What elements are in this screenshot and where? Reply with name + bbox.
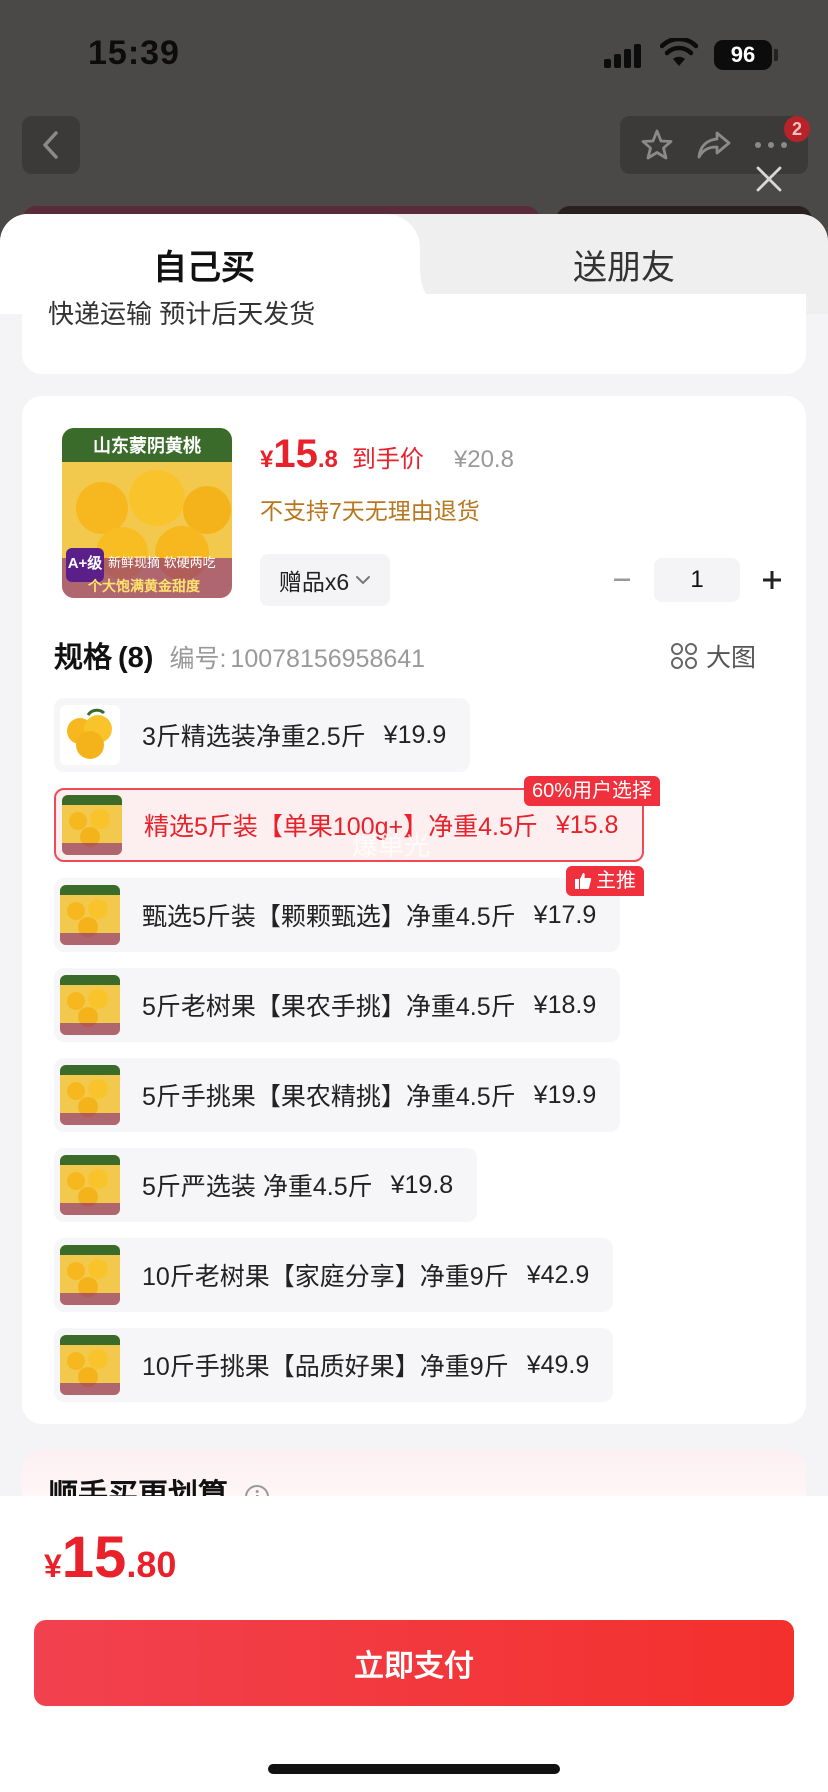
original-price: ¥20.8 [453, 446, 514, 473]
image-tag2: 个大饱满黄金甜度 [88, 578, 200, 594]
option-label: 10斤手挑果【品质好果】净重9斤 [142, 1353, 509, 1381]
price-label: 到手价 [351, 446, 424, 473]
spec-title: 规格 [54, 642, 113, 674]
image-tag1: 新鲜现摘 软硬两吃 [108, 555, 216, 570]
option-thumbnail [62, 795, 122, 855]
image-title: 山东蒙阴黄桃 [93, 436, 201, 456]
gift-dropdown[interactable]: 赠品x6 [260, 554, 390, 606]
star-icon [641, 129, 673, 160]
total-decimal: .80 [126, 1544, 177, 1585]
shipping-text: 快递运输 预计后天发货 [48, 299, 316, 329]
option-thumbnail [60, 1155, 120, 1215]
option-price: ¥19.9 [533, 1080, 597, 1109]
option-thumbnail [60, 1245, 120, 1305]
watermark: 爆单光 [352, 831, 431, 861]
gift-label: 赠品x6 [278, 569, 350, 595]
spec-option[interactable]: 5斤老树果【果农手挑】净重4.5斤 ¥18.9 [54, 968, 621, 1042]
big-view-label: 大图 [706, 644, 757, 672]
plus-icon [763, 571, 781, 589]
image-badge: A+级 [67, 555, 103, 572]
quantity-field[interactable]: 1 [654, 558, 740, 602]
quantity-stepper: 1 [602, 558, 792, 602]
option-price: ¥15.8 [555, 810, 619, 839]
spec-option[interactable]: 甄选5斤装【颗颗甄选】净重4.5斤 ¥17.9 [54, 878, 621, 952]
total-price: ¥ 15 .80 [44, 1524, 176, 1591]
option-label: 甄选5斤装【颗颗甄选】净重4.5斤 [142, 903, 516, 931]
back-button[interactable] [22, 116, 80, 174]
option-label: 5斤严选装 净重4.5斤 [142, 1173, 373, 1201]
back-arrow-icon [43, 131, 58, 159]
option-thumbnail [60, 885, 120, 945]
return-policy: 不支持7天无理由退货 [260, 498, 480, 524]
price-symbol: ¥ [260, 446, 274, 473]
option-price: ¥19.9 [383, 720, 447, 749]
option-price: ¥18.9 [533, 990, 597, 1019]
minus-icon [614, 578, 630, 581]
option-price: ¥17.9 [533, 900, 597, 929]
pay-now-button[interactable]: 立即支付 [34, 1620, 794, 1706]
status-bar: 15:39 96 [0, 0, 828, 100]
spec-count: (8) [118, 642, 154, 674]
price-decimal: .8 [317, 446, 338, 473]
status-time: 15:39 [88, 34, 180, 72]
more-icon [755, 142, 788, 148]
option-label: 5斤手挑果【果农精挑】净重4.5斤 [142, 1083, 516, 1111]
recommended-label: 主推 [596, 870, 636, 892]
total-integer: 15 [61, 1525, 127, 1590]
option-label: 精选5斤装【单果100g+】净重4.5斤 [144, 813, 538, 841]
share-button[interactable] [694, 125, 734, 165]
increase-button[interactable] [752, 560, 792, 600]
home-indicator [268, 1764, 560, 1774]
grid-icon [671, 643, 697, 669]
thumbs-up-icon [575, 873, 592, 889]
price-row: ¥ 15 .8 到手价 ¥20.8 [260, 432, 514, 477]
option-label: 5斤老树果【果农手挑】净重4.5斤 [142, 993, 516, 1021]
favorite-button[interactable] [637, 125, 677, 165]
wifi-icon [660, 38, 698, 66]
total-symbol: ¥ [44, 1548, 62, 1584]
product-image[interactable]: 山东蒙阴黄桃 A+级 新鲜现摘 软硬两吃 个大饱满黄金甜度 [62, 428, 232, 598]
option-price: ¥49.9 [526, 1350, 590, 1379]
battery-tip [774, 49, 778, 61]
popular-badge: 60%用户选择 [524, 776, 661, 806]
option-label: 3斤精选装净重2.5斤 [142, 723, 366, 751]
spec-option[interactable]: 10斤老树果【家庭分享】净重9斤 ¥42.9 [54, 1238, 614, 1312]
shipping-card: 快递运输 预计后天发货 [22, 294, 806, 374]
option-price: ¥42.9 [526, 1260, 590, 1289]
spec-option[interactable]: 3斤精选装净重2.5斤 ¥19.9 [54, 698, 471, 772]
option-label: 10斤老树果【家庭分享】净重9斤 [142, 1263, 509, 1291]
spec-option[interactable]: 5斤手挑果【果农精挑】净重4.5斤 ¥19.9 [54, 1058, 621, 1132]
option-thumbnail [60, 975, 120, 1035]
product-card: 山东蒙阴黄桃 A+级 新鲜现摘 软硬两吃 个大饱满黄金甜度 ¥ 15 .8 到手… [22, 396, 806, 1424]
share-icon [697, 131, 731, 159]
spec-code: 10078156958641 [230, 645, 426, 673]
recommended-badge: 主推 [566, 866, 644, 896]
price-integer: 15 [273, 432, 318, 476]
spec-header: 规格 (8) 编号: 10078156958641 [54, 634, 425, 676]
chevron-down-icon [356, 576, 371, 585]
option-thumbnail [60, 1065, 120, 1125]
signal-icon [604, 42, 644, 68]
spec-option[interactable]: 5斤严选装 净重4.5斤 ¥19.8 [54, 1148, 478, 1222]
battery-icon: 96 [714, 40, 772, 70]
option-price: ¥19.8 [390, 1170, 454, 1199]
option-thumbnail [60, 1335, 120, 1395]
decrease-button[interactable] [602, 560, 642, 600]
big-view-toggle[interactable]: 大图 [670, 638, 756, 674]
spec-code-label: 编号: [169, 645, 227, 673]
close-icon[interactable] [754, 164, 784, 194]
checkout-footer: ¥ 15 .80 立即支付 [0, 1496, 828, 1792]
option-thumbnail [60, 705, 120, 765]
notification-badge: 2 [784, 116, 810, 142]
spec-option[interactable]: 10斤手挑果【品质好果】净重9斤 ¥49.9 [54, 1328, 614, 1402]
